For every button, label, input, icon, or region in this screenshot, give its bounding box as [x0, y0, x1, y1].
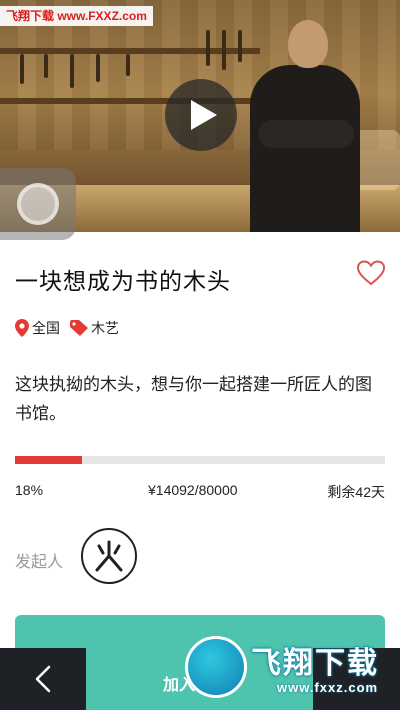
craftsman-head	[288, 20, 328, 68]
funding-amount: ¥14092/80000	[148, 482, 238, 498]
project-title: 一块想成为书的木头	[15, 268, 231, 294]
heart-outline-icon	[356, 260, 386, 286]
play-button[interactable]	[165, 79, 237, 151]
fire-character-avatar	[95, 540, 123, 572]
hanging-tool	[96, 54, 100, 82]
play-icon	[191, 100, 217, 130]
project-tags: 全国 木艺	[15, 318, 129, 338]
craftsman-figure	[250, 20, 360, 232]
category-text: 木艺	[91, 320, 119, 336]
funding-percent: 18%	[15, 482, 44, 498]
tool-shelf	[0, 48, 260, 54]
back-arrow-icon	[35, 665, 51, 693]
back-button[interactable]	[0, 648, 86, 710]
hanging-tool	[44, 54, 48, 78]
funding-progress-fill	[15, 456, 82, 464]
hanging-tool	[20, 54, 24, 84]
project-description: 这块执拗的木头，想与你一起搭建一所匠人的图书馆。	[15, 375, 372, 423]
location-text: 全国	[32, 320, 60, 336]
category-tag: 木艺	[70, 318, 119, 338]
hanging-tool	[206, 30, 210, 66]
hanging-tool	[126, 54, 130, 76]
floating-assistive-button[interactable]	[0, 168, 76, 240]
initiator-label: 发起人	[15, 554, 64, 571]
hanging-tool	[70, 54, 74, 88]
watermark-top: 飞翔下载 www.FXXZ.com	[0, 6, 153, 26]
funding-progress-bar	[15, 456, 385, 464]
watermark-logo-url: www.fxxz.com	[277, 680, 379, 695]
craftsman-arms	[258, 120, 354, 148]
watermark-logo-name: 飞翔下载	[251, 647, 379, 680]
craftsman-body	[250, 65, 360, 232]
days-remaining: 剩余42天	[327, 484, 385, 500]
watermark-logo-icon	[185, 636, 247, 698]
tag-icon	[70, 320, 88, 336]
floating-ball-icon	[17, 183, 59, 225]
favorite-button[interactable]	[356, 260, 386, 291]
location-pin-icon	[15, 319, 29, 337]
hanging-tool	[238, 30, 242, 62]
watermark-logo: 飞翔下载 www.fxxz.com	[185, 628, 395, 706]
location-tag: 全国	[15, 318, 60, 338]
hanging-tool	[222, 30, 226, 70]
initiator-avatar[interactable]	[81, 528, 137, 584]
